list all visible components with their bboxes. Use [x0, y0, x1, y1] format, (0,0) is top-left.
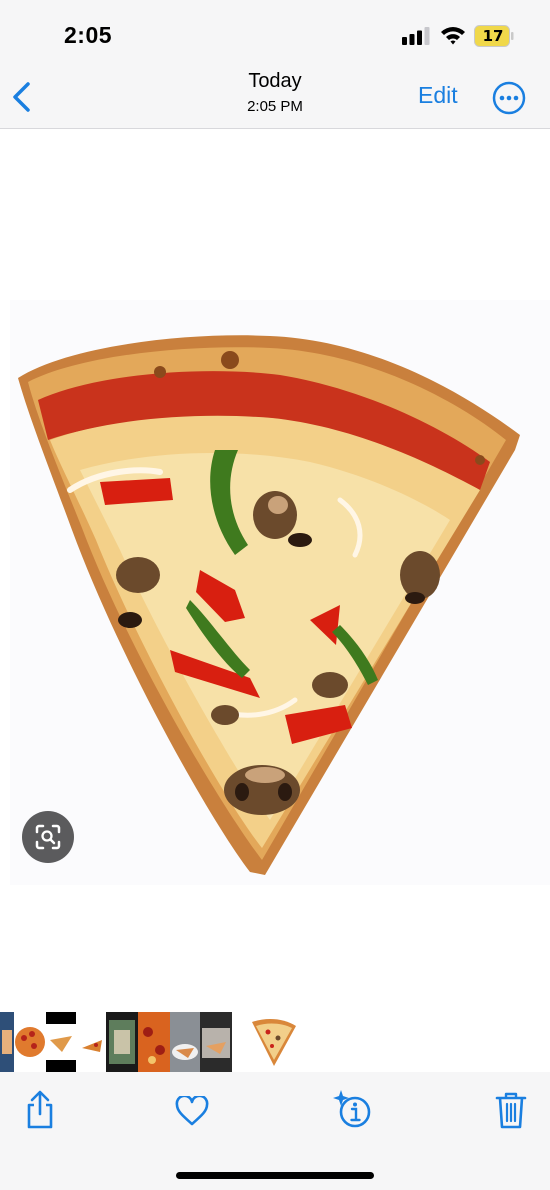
edit-button[interactable]: Edit [418, 82, 458, 109]
thumbnail[interactable] [138, 1012, 170, 1072]
status-bar: 2:05 17 [0, 0, 550, 62]
photo-viewer[interactable] [10, 300, 550, 885]
thumbnail[interactable] [170, 1012, 200, 1072]
thumbnail[interactable] [106, 1012, 138, 1072]
thumbnail[interactable] [232, 1012, 244, 1072]
status-time: 2:05 [64, 22, 113, 48]
thumbnail-current[interactable] [248, 1012, 300, 1072]
visual-lookup-icon [35, 824, 61, 850]
share-icon[interactable] [24, 1090, 56, 1130]
cellular-signal-icon [402, 27, 430, 45]
sparkle-info-icon[interactable] [331, 1088, 373, 1130]
page-title: Today [248, 70, 302, 92]
battery-level: 17 [482, 27, 504, 45]
thumbnail[interactable] [76, 1012, 106, 1072]
navigation-bar: Today 2:05 PM Edit [0, 62, 550, 129]
wifi-icon [441, 27, 465, 45]
thumbnail[interactable] [46, 1012, 76, 1072]
thumbnail[interactable] [200, 1012, 232, 1072]
more-options-icon[interactable] [492, 81, 526, 115]
pizza-slice-image [18, 335, 520, 875]
back-chevron-icon[interactable] [10, 80, 34, 114]
home-indicator [176, 1172, 374, 1179]
heart-icon[interactable] [175, 1096, 209, 1126]
thumbnail-filmstrip[interactable] [0, 1012, 550, 1072]
page-subtitle: 2:05 PM [247, 98, 303, 115]
trash-icon[interactable] [495, 1090, 527, 1130]
thumbnail[interactable] [14, 1012, 46, 1072]
visual-lookup-button[interactable] [22, 811, 74, 863]
thumbnail[interactable] [0, 1012, 14, 1072]
